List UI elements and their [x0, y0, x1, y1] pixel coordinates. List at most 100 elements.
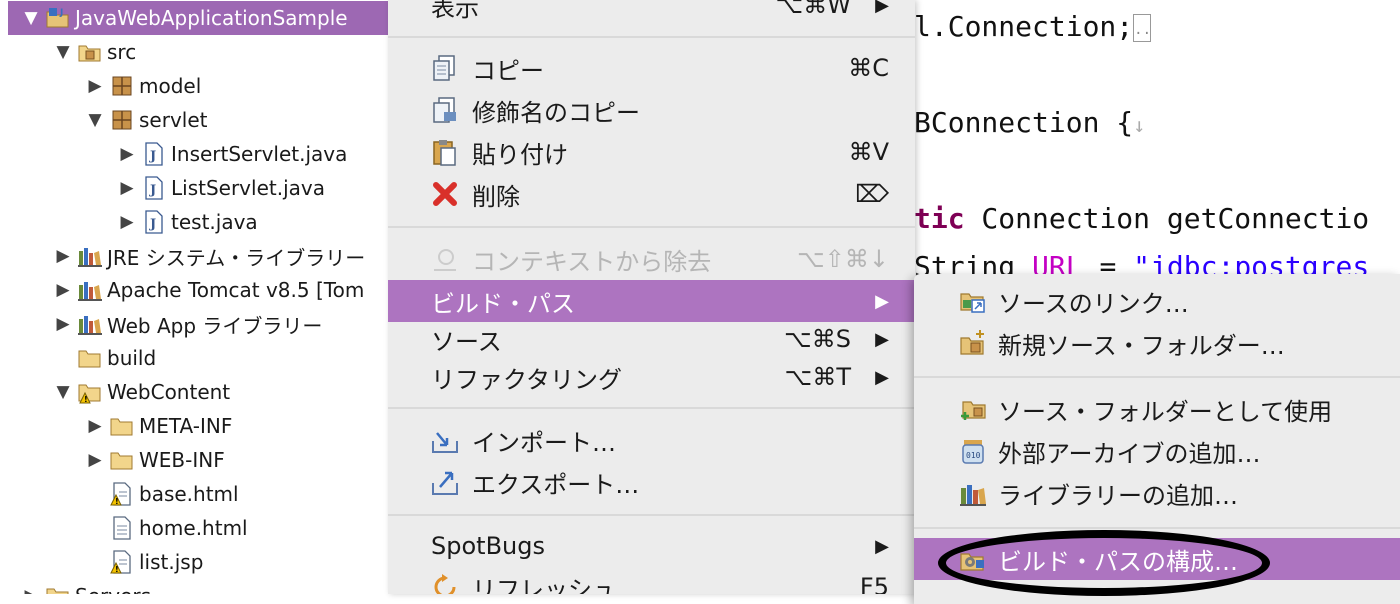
tree-item[interactable]: ▶ Jtest.java [118, 205, 257, 239]
expand-arrow-icon[interactable]: ▶ [54, 280, 72, 300]
submenu-item-label: ソース・フォルダーとして使用 [998, 397, 1333, 426]
tree-item-label: build [107, 346, 157, 370]
menu-item-label: 貼り付け [472, 140, 568, 169]
submenu-item-use-as-source-folder[interactable]: ソース・フォルダーとして使用 [914, 388, 1400, 430]
shortcut-label: ⌘C [848, 54, 889, 82]
tree-item[interactable]: ▶ Web App ライブラリー [54, 307, 322, 341]
tree-item-label: servlet [139, 108, 208, 132]
tree-item[interactable]: ▶ META-INF [86, 409, 232, 443]
submenu-item-configure-build-path[interactable]: ビルド・パスの構成… [914, 538, 1400, 580]
tree-item[interactable]: ▶ model [86, 69, 201, 103]
submenu-arrow-icon: ▶ [875, 535, 889, 557]
expand-arrow-icon[interactable]: ▶ [86, 416, 104, 436]
tree-item-label: Servers [75, 584, 151, 594]
submenu-item-add-external-archives[interactable]: 010 外部アーカイブの追加… [914, 430, 1400, 472]
expand-arrow-icon[interactable]: ▶ [118, 178, 136, 198]
menu-item-copy[interactable]: コピー ⌘C [388, 47, 915, 89]
file-warning-icon: ! [110, 550, 134, 574]
menu-item-refresh[interactable]: リフレッシュ F5 [388, 566, 915, 594]
expand-arrow-icon[interactable]: ▶ [22, 586, 40, 594]
tree-item-label: META-INF [139, 414, 233, 438]
expand-arrow-icon[interactable]: ▶ [86, 76, 104, 96]
library-icon [78, 278, 102, 302]
code-text: l.Connection; [914, 10, 1134, 43]
submenu-arrow-icon: ▶ [875, 290, 889, 312]
tree-item-label: home.html [139, 516, 248, 540]
code-text: Connection getConnectio [964, 202, 1370, 235]
shortcut-label: ⌘V [848, 138, 889, 166]
submenu-item-new-source-folder[interactable]: 新規ソース・フォルダー… [914, 322, 1400, 364]
folder-icon [110, 414, 134, 438]
expand-arrow-icon[interactable]: ▶ [86, 450, 104, 470]
tree-item[interactable]: home.html [86, 511, 248, 545]
file-icon [110, 516, 134, 540]
menu-item-show[interactable]: 表示 ⌥⌘W ▶ [388, 0, 915, 26]
menu-item-export[interactable]: エクスポート… [388, 461, 915, 503]
collapse-arrow-icon[interactable]: ▼ [86, 110, 104, 130]
menu-item-copy-qualified-name[interactable]: 修飾名のコピー [388, 89, 915, 131]
collapse-arrow-icon[interactable]: ▼ [54, 382, 72, 402]
tree-item[interactable]: ▼ src [54, 35, 136, 69]
tree-item[interactable]: ▼ servlet [86, 103, 208, 137]
menu-item-label: コピー [472, 56, 544, 85]
collapse-arrow-icon[interactable]: ▼ [22, 8, 40, 28]
menu-item-label: ソース [431, 327, 502, 356]
menu-item-refactoring[interactable]: リファクタリング ⌥⌘T ▶ [388, 356, 915, 398]
submenu-arrow-icon: ▶ [875, 328, 889, 350]
tree-item[interactable]: ▼! WebContent [54, 375, 230, 409]
tree-item[interactable]: build [54, 341, 156, 375]
menu-item-remove-from-context[interactable]: コンテキストから除去 ⌥⇧⌘↓ [388, 238, 915, 280]
menu-separator [388, 407, 915, 409]
submenu-item-link-source[interactable]: ソースのリンク… [914, 280, 1400, 322]
menu-item-label: リファクタリング [431, 365, 623, 394]
tree-item[interactable]: ! list.jsp [86, 545, 203, 579]
tree-item-label: Apache Tomcat v8.5 [Tom [107, 278, 365, 302]
tree-item[interactable]: ! base.html [86, 477, 239, 511]
tree-item[interactable]: ▶ J InsertServlet.java [118, 137, 347, 171]
collapse-arrow-icon[interactable]: ▼ [54, 42, 72, 62]
tree-item-label: JavaWebApplicationSample [75, 6, 348, 30]
context-menu: 表示 ⌥⌘W ▶ コピー ⌘C 修飾名のコピー 貼り付け ⌘V 削除 ⌦ コンテ… [388, 0, 915, 594]
use-source-folder-icon [958, 394, 988, 424]
tree-item[interactable]: ▶ Servers [22, 579, 151, 594]
expand-arrow-icon[interactable]: ▶ [118, 212, 136, 232]
menu-separator [388, 36, 915, 38]
submenu-item-label: ビルド・パスの構成… [998, 547, 1238, 576]
shortcut-label: ⌥⇧⌘↓ [797, 245, 889, 273]
library-icon [958, 478, 988, 508]
menu-item-label: エクスポート… [472, 470, 640, 499]
submenu-item-label: ソースのリンク… [998, 289, 1189, 318]
menu-item-spotbugs[interactable]: SpotBugs ▶ [388, 525, 915, 567]
tree-item[interactable]: ▶ WEB-INF [86, 443, 224, 477]
menu-item-delete[interactable]: 削除 ⌦ [388, 173, 915, 215]
svg-text:010: 010 [966, 451, 981, 460]
expand-arrow-icon[interactable]: ▶ [54, 246, 72, 266]
menu-item-label: コンテキストから除去 [472, 247, 712, 276]
menu-item-import[interactable]: インポート… [388, 419, 915, 461]
submenu-item-add-libraries[interactable]: ライブラリーの追加… [914, 472, 1400, 514]
expand-arrow-icon[interactable]: ▶ [54, 314, 72, 334]
menu-item-source[interactable]: ソース ⌥⌘S ▶ [388, 318, 915, 360]
menu-separator [388, 514, 915, 516]
submenu-item-label: ライブラリーの追加… [998, 481, 1238, 510]
tree-item-label: ListServlet.java [171, 176, 325, 200]
tree-item[interactable]: ▶ Apache Tomcat v8.5 [Tom [54, 273, 364, 307]
tree-item[interactable]: ▼ J JavaWebApplicationSample [8, 1, 388, 35]
menu-item-label: インポート… [472, 428, 616, 457]
tree-item[interactable]: ▶ JRE システム・ライブラリー [54, 239, 365, 273]
code-line-1: l.Connection;.. [914, 10, 1152, 43]
tree-item-label: model [139, 74, 202, 98]
file-warning-icon: ! [110, 482, 134, 506]
refresh-icon [430, 572, 460, 594]
tree-item-label: JRE システム・ライブラリー [107, 245, 366, 270]
tree-item-label: list.jsp [139, 550, 204, 574]
expand-arrow-icon[interactable]: ▶ [118, 144, 136, 164]
menu-item-label: 削除 [472, 182, 520, 211]
submenu-arrow-icon: ▶ [875, 366, 889, 388]
menu-item-label: SpotBugs [431, 532, 545, 560]
menu-item-paste[interactable]: 貼り付け ⌘V [388, 131, 915, 173]
tree-item[interactable]: ▶ J ListServlet.java [118, 171, 325, 205]
menu-item-build-path[interactable]: ビルド・パス ▶ [388, 280, 915, 322]
menu-separator [388, 226, 915, 228]
paste-icon [430, 137, 460, 167]
